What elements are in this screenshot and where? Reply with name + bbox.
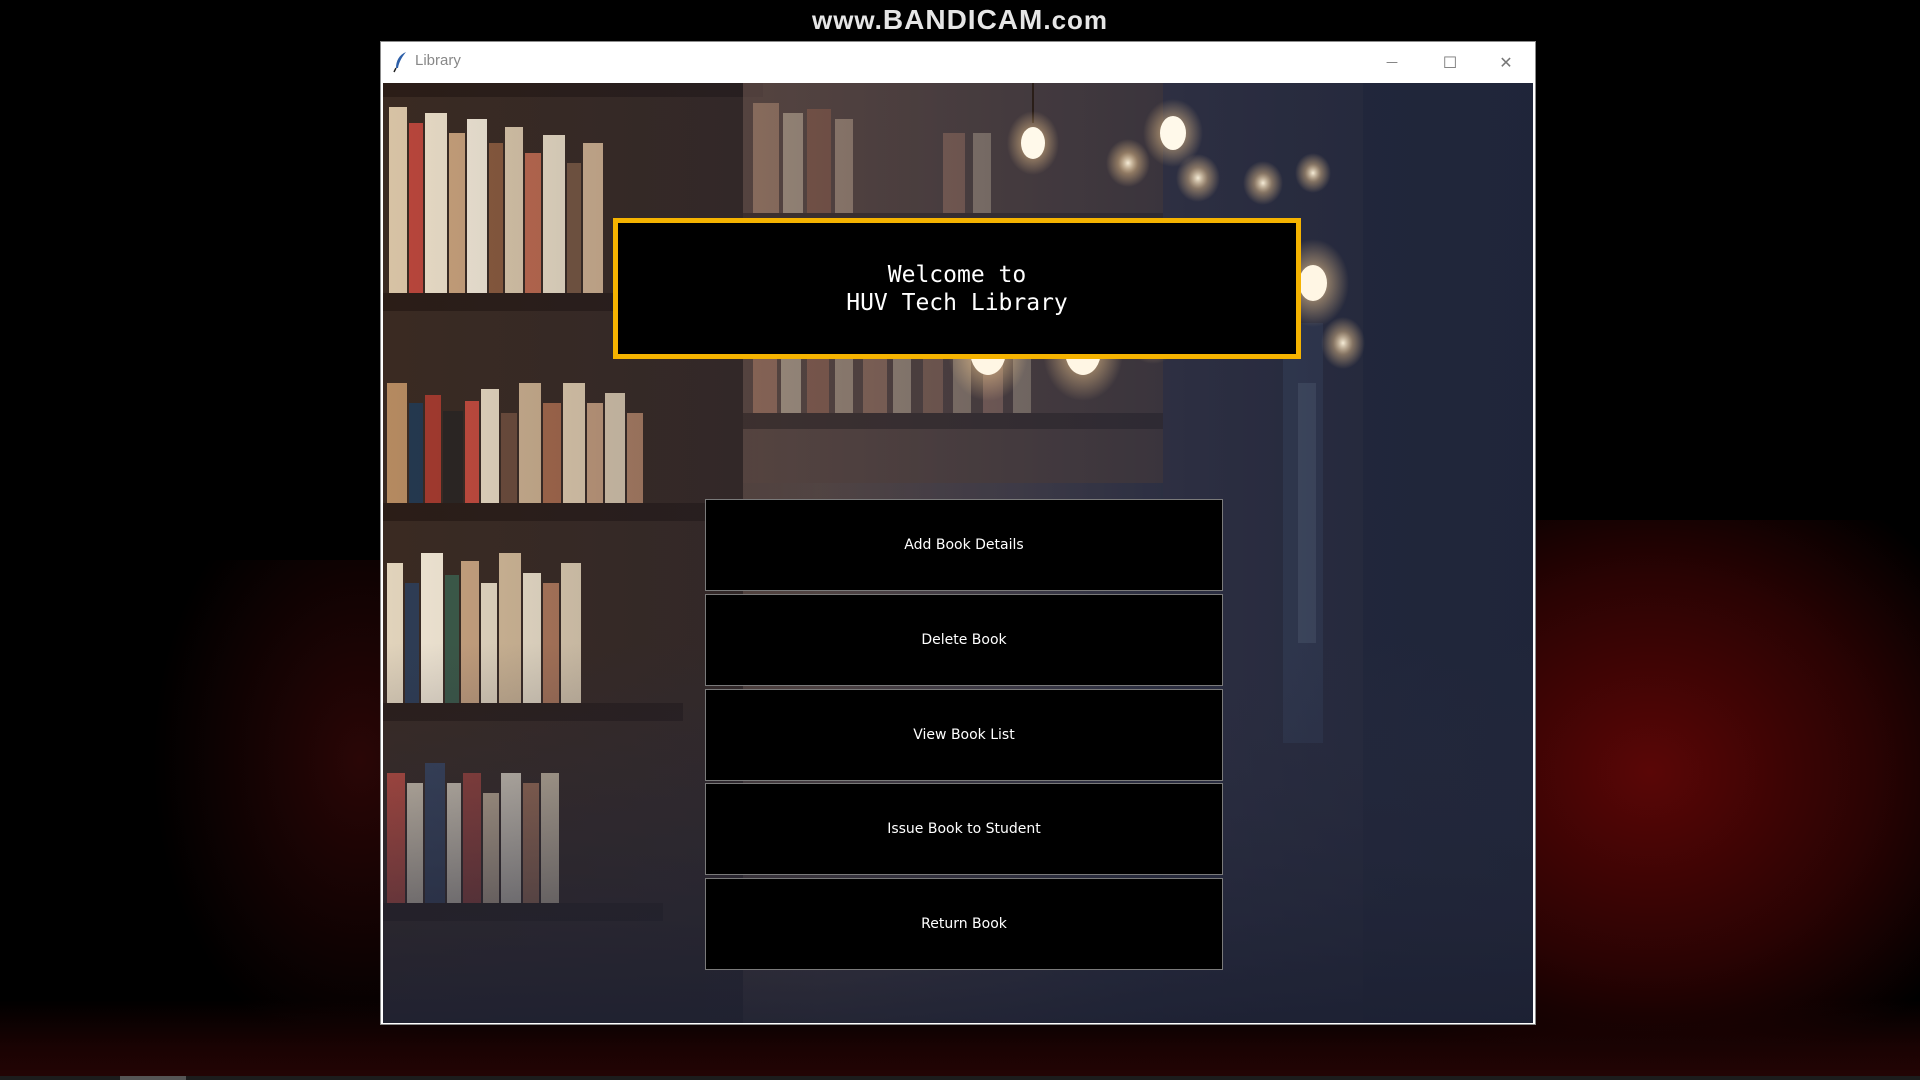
library-background: Welcome to HUV Tech Library Add Book Det… (383, 83, 1533, 1023)
taskbar-item[interactable] (120, 1076, 186, 1080)
welcome-heading-frame: Welcome to HUV Tech Library (613, 218, 1301, 359)
taskbar (0, 1076, 1920, 1080)
window-title: Library (415, 52, 461, 69)
welcome-heading: Welcome to HUV Tech Library (846, 261, 1068, 316)
add-book-details-button[interactable]: Add Book Details (705, 499, 1223, 591)
library-window: Library — ☐ ✕ Welcome to HUV Tech Librar… (380, 41, 1536, 1025)
maximize-button[interactable]: ☐ (1421, 42, 1479, 82)
close-icon: ✕ (1499, 52, 1513, 72)
recording-watermark: www.BANDICAM.com (811, 4, 1109, 35)
feather-icon (391, 51, 411, 73)
title-bar[interactable]: Library — ☐ ✕ (381, 42, 1535, 82)
return-book-button[interactable]: Return Book (705, 878, 1223, 970)
maximize-icon: ☐ (1442, 52, 1458, 72)
minimize-icon: — (1386, 55, 1398, 69)
minimize-button[interactable]: — (1363, 42, 1421, 82)
close-button[interactable]: ✕ (1477, 42, 1535, 82)
delete-book-button[interactable]: Delete Book (705, 594, 1223, 686)
view-book-list-button[interactable]: View Book List (705, 689, 1223, 781)
issue-book-to-student-button[interactable]: Issue Book to Student (705, 783, 1223, 875)
